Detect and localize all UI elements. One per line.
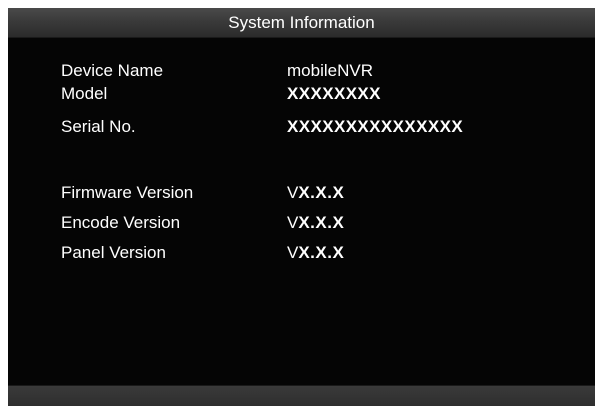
model-row: Model XXXXXXXX <box>61 83 541 105</box>
encode-version-row: Encode Version VX.X.X <box>61 212 541 234</box>
encode-version-number: X.X.X <box>298 213 345 232</box>
serial-no-value: XXXXXXXXXXXXXXX <box>287 117 464 136</box>
firmware-version-value: VX.X.X <box>287 182 344 204</box>
panel-version-label: Panel Version <box>61 243 166 262</box>
panel-version-prefix: V <box>287 243 299 262</box>
system-information-window: System Information Device Name mobileNVR… <box>8 8 595 406</box>
model-value: XXXXXXXX <box>287 84 381 103</box>
encode-version-prefix: V <box>287 213 299 232</box>
firmware-version-number: X.X.X <box>298 183 345 202</box>
footer-bar <box>8 385 595 406</box>
serial-no-label: Serial No. <box>61 117 136 136</box>
firmware-version-prefix: V <box>287 183 299 202</box>
title-bar: System Information <box>8 8 595 38</box>
device-name-value: mobileNVR <box>287 61 373 80</box>
serial-no-row: Serial No. XXXXXXXXXXXXXXX <box>61 116 541 138</box>
firmware-version-row: Firmware Version VX.X.X <box>61 182 541 204</box>
device-name-row: Device Name mobileNVR <box>61 60 541 82</box>
encode-version-label: Encode Version <box>61 213 181 232</box>
panel-version-row: Panel Version VX.X.X <box>61 242 541 264</box>
device-name-label: Device Name <box>61 61 164 80</box>
model-label: Model <box>61 84 108 103</box>
panel-version-number: X.X.X <box>298 243 345 262</box>
window-title: System Information <box>228 13 375 32</box>
encode-version-value: VX.X.X <box>287 212 344 234</box>
panel-version-value: VX.X.X <box>287 242 344 264</box>
firmware-version-label: Firmware Version <box>61 183 194 202</box>
